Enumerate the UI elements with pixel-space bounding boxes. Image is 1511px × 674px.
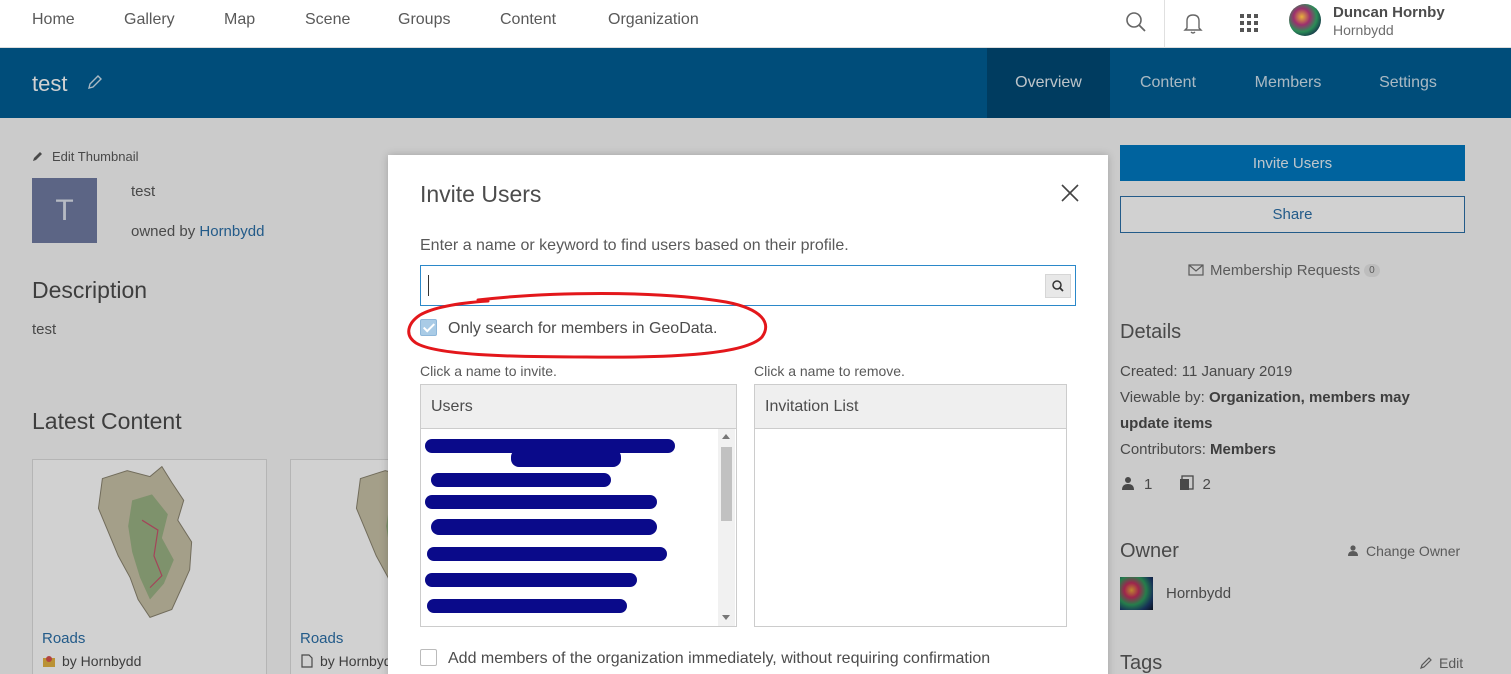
redacted-user-item[interactable] xyxy=(431,519,657,535)
nav-groups-link[interactable]: Groups xyxy=(398,11,450,29)
nav-gallery-link[interactable]: Gallery xyxy=(124,11,175,29)
redacted-user-item[interactable] xyxy=(427,599,627,613)
users-list-panel: Users xyxy=(420,384,737,627)
redacted-user-item[interactable] xyxy=(425,495,657,509)
nav-map-link[interactable]: Map xyxy=(224,11,255,29)
scroll-down-arrow-icon[interactable] xyxy=(722,615,730,620)
scroll-up-arrow-icon[interactable] xyxy=(722,434,730,439)
invite-hint: Click a name to invite. xyxy=(420,363,557,379)
users-list xyxy=(421,429,717,626)
search-instructions: Enter a name or keyword to find users ba… xyxy=(420,237,849,254)
close-icon[interactable] xyxy=(1059,182,1081,204)
nav-scene-link[interactable]: Scene xyxy=(305,11,350,29)
add-immediately-checkbox-row[interactable]: Add members of the organization immediat… xyxy=(420,649,990,668)
dialog-title: Invite Users xyxy=(420,181,542,207)
redacted-user-item[interactable] xyxy=(431,473,611,487)
redacted-user-item[interactable] xyxy=(427,547,667,561)
nav-organization-link[interactable]: Organization xyxy=(608,11,699,29)
search-button[interactable] xyxy=(1045,274,1071,298)
users-list-header: Users xyxy=(421,385,736,429)
invitation-list-panel: Invitation List xyxy=(754,384,1067,627)
user-handle[interactable]: Hornbydd xyxy=(1333,22,1394,38)
user-avatar[interactable] xyxy=(1289,4,1321,36)
nav-content-link[interactable]: Content xyxy=(500,11,556,29)
red-highlight-annotation xyxy=(407,292,768,359)
users-list-scrollbar[interactable] xyxy=(718,429,735,626)
search-icon xyxy=(1052,280,1064,292)
remove-hint: Click a name to remove. xyxy=(754,363,905,379)
nav-divider xyxy=(1164,0,1165,48)
nav-home-link[interactable]: Home xyxy=(32,11,75,29)
apps-grid-icon[interactable] xyxy=(1234,8,1264,38)
add-immediately-label: Add members of the organization immediat… xyxy=(448,650,991,667)
add-immediately-checkbox[interactable] xyxy=(420,649,437,666)
search-icon[interactable] xyxy=(1121,8,1151,38)
invite-users-dialog: Invite Users Enter a name or keyword to … xyxy=(388,155,1108,674)
redacted-user-item[interactable] xyxy=(425,573,637,587)
bell-icon[interactable] xyxy=(1178,8,1208,38)
invitation-list-header: Invitation List xyxy=(755,385,1066,429)
redaction-mark xyxy=(511,449,621,467)
user-name[interactable]: Duncan Hornby xyxy=(1333,4,1445,21)
top-navigation: Home Gallery Map Scene Groups Content Or… xyxy=(0,0,1511,48)
scrollbar-thumb[interactable] xyxy=(721,447,732,521)
